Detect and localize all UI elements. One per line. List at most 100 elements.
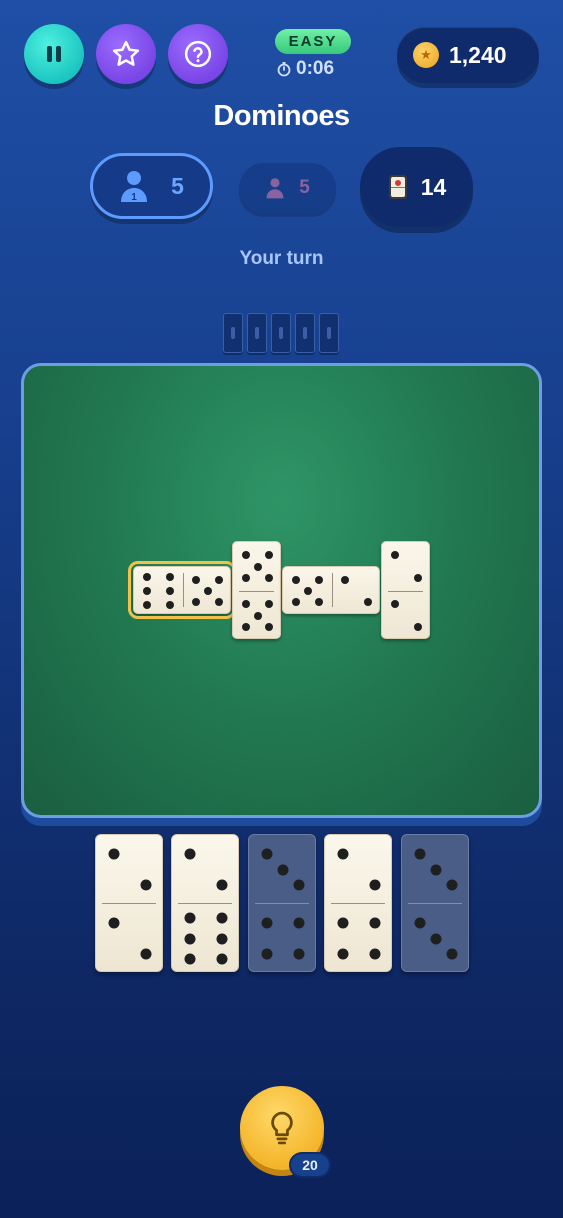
domino-pip <box>369 917 381 929</box>
domino-pip <box>216 912 228 924</box>
player-count: 5 <box>171 172 184 199</box>
domino-pip <box>253 562 262 571</box>
domino-pip <box>314 598 323 607</box>
opponent-tile <box>247 313 267 353</box>
coin-count: 1,240 <box>449 41 507 68</box>
star-icon <box>112 40 140 66</box>
domino-pip <box>184 848 196 860</box>
domino-pip <box>293 948 305 960</box>
opponent-icon <box>266 178 284 199</box>
board-domino[interactable] <box>381 541 430 639</box>
coin-icon: ★ <box>413 42 439 68</box>
domino-pip <box>108 848 120 860</box>
domino-pip <box>165 601 174 610</box>
domino-pip <box>293 917 305 929</box>
domino-pip <box>143 572 152 581</box>
domino-pip <box>430 864 442 875</box>
hand-domino[interactable] <box>324 834 392 972</box>
board-domino[interactable] <box>128 561 236 619</box>
domino-pip <box>314 575 323 584</box>
domino-pip <box>369 879 381 891</box>
domino-pip <box>261 917 273 929</box>
domino-pip <box>292 598 301 607</box>
boneyard-count: 14 <box>360 147 473 227</box>
domino-pip <box>242 600 251 609</box>
domino-pip <box>264 551 273 560</box>
domino-pip <box>430 933 442 944</box>
svg-text:1: 1 <box>131 192 137 203</box>
pause-button[interactable] <box>24 24 84 84</box>
opponent-tile <box>295 313 315 353</box>
board-domino[interactable] <box>232 541 281 639</box>
domino-pip <box>292 575 301 584</box>
domino-pip <box>214 598 223 607</box>
domino-pip <box>446 948 458 960</box>
opponent-count: 5 <box>299 177 310 198</box>
domino-pip <box>369 948 381 960</box>
domino-pip <box>413 573 422 582</box>
boneyard-value: 14 <box>420 173 447 200</box>
domino-pip <box>277 864 289 875</box>
domino-pip <box>140 879 152 891</box>
domino-pip <box>391 600 400 609</box>
pause-icon <box>47 46 61 62</box>
domino-pip <box>216 953 228 965</box>
domino-pip <box>414 848 426 860</box>
domino-pip <box>446 879 458 891</box>
difficulty-badge: EASY <box>275 29 351 54</box>
board-domino[interactable] <box>282 566 380 614</box>
timer-value: 0:06 <box>296 58 335 79</box>
domino-pip <box>184 912 196 924</box>
opponent-hand <box>223 313 339 353</box>
hand-domino[interactable] <box>171 834 239 972</box>
turn-indicator: Your turn <box>239 248 324 269</box>
hand-domino[interactable] <box>248 834 316 972</box>
domino-pip <box>337 948 349 960</box>
hand-domino[interactable] <box>95 834 163 972</box>
domino-pip <box>253 611 262 620</box>
favorite-button[interactable] <box>96 24 156 84</box>
domino-pip <box>242 622 251 631</box>
domino-pip <box>214 575 223 584</box>
domino-pip <box>192 598 201 607</box>
coin-balance[interactable]: ★ 1,240 <box>397 27 539 83</box>
domino-pip <box>293 879 305 891</box>
domino-pip <box>303 587 312 595</box>
domino-pip <box>242 573 251 582</box>
domino-pip <box>143 587 152 595</box>
domino-pip <box>216 879 228 891</box>
domino-pip <box>363 598 372 607</box>
domino-pip <box>184 953 196 965</box>
domino-pip <box>261 948 273 960</box>
domino-pip <box>264 622 273 631</box>
page-title: Dominoes <box>213 100 350 132</box>
domino-pip <box>108 917 120 929</box>
lightbulb-icon <box>271 1111 293 1145</box>
domino-pip <box>143 601 152 610</box>
domino-pip <box>184 933 196 944</box>
domino-pip <box>242 551 251 560</box>
help-button[interactable] <box>168 24 228 84</box>
hand-domino[interactable] <box>401 834 469 972</box>
opponent-tile-count: 5 <box>239 163 336 213</box>
domino-pip <box>140 948 152 960</box>
domino-pip <box>341 575 350 584</box>
domino-pip <box>203 587 212 595</box>
domino-pip <box>261 848 273 860</box>
domino-pip <box>337 917 349 929</box>
player-icon: 1 <box>121 171 148 203</box>
domino-pip <box>337 848 349 860</box>
opponent-tile <box>319 313 339 353</box>
game-timer: 0:06 <box>276 57 356 81</box>
domino-pip <box>391 551 400 560</box>
domino-pile-icon <box>388 175 407 199</box>
domino-pip <box>192 575 201 584</box>
help-icon <box>184 40 212 68</box>
player-tile-count: 1 5 <box>90 153 213 219</box>
hint-count-badge: 20 <box>289 1152 331 1178</box>
domino-pip <box>165 587 174 595</box>
opponent-tile <box>271 313 291 353</box>
domino-pip <box>216 933 228 944</box>
stopwatch-icon <box>277 62 291 77</box>
domino-pip <box>413 622 422 631</box>
